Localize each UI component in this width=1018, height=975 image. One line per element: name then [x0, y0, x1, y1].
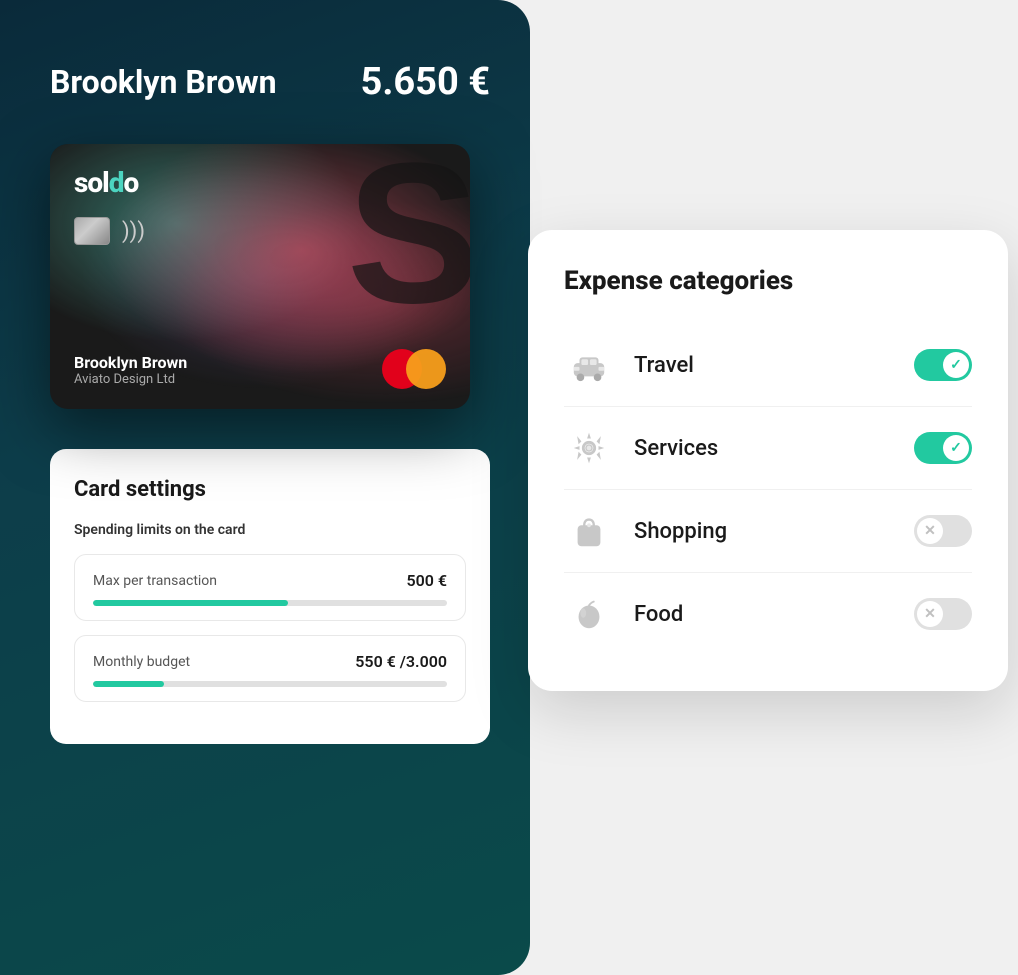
travel-icon [564, 340, 614, 390]
toggle-thumb-food: ✕ [917, 601, 943, 627]
toggle-track-travel: ✓ [914, 349, 972, 381]
category-name-food: Food [634, 602, 914, 627]
progress-bg-monthly [93, 681, 447, 687]
expense-title: Expense categories [564, 266, 972, 296]
card-company: Aviato Design Ltd [74, 372, 187, 387]
limit-label-transaction: Max per transaction [93, 573, 217, 589]
toggle-track-services: ✓ [914, 432, 972, 464]
category-row-travel: Travel ✓ [564, 324, 972, 407]
category-name-travel: Travel [634, 353, 914, 378]
toggle-services[interactable]: ✓ [914, 432, 972, 464]
card-content: soldo ))) Brooklyn Brown Aviato Design L… [50, 144, 470, 409]
mc-orange-circle [406, 349, 446, 389]
limit-label-monthly: Monthly budget [93, 654, 190, 670]
card-settings-section: Card settings Spending limits on the car… [50, 449, 490, 744]
category-row-food: Food ✕ [564, 573, 972, 655]
spending-limits-label: Spending limits on the card [74, 522, 466, 538]
category-row-shopping: Shopping ✕ [564, 490, 972, 573]
toggle-thumb-services: ✓ [943, 435, 969, 461]
toggle-thumb-travel: ✓ [943, 352, 969, 378]
limit-card-monthly: Monthly budget 550 € /3.000 [74, 635, 466, 702]
limit-value-monthly: 550 € /3.000 [355, 652, 447, 671]
contactless-icon: ))) [122, 219, 145, 244]
toggle-travel[interactable]: ✓ [914, 349, 972, 381]
category-row-services: Services ✓ [564, 407, 972, 490]
credit-card: S soldo ))) Brooklyn Brown Aviato Design… [50, 144, 470, 409]
services-icon [564, 423, 614, 473]
toggle-check-travel: ✓ [950, 357, 962, 373]
toggle-track-shopping: ✕ [914, 515, 972, 547]
toggle-x-shopping: ✕ [924, 523, 936, 539]
cardholder-name: Brooklyn Brown [50, 63, 277, 101]
limit-header-transaction: Max per transaction 500 € [93, 571, 447, 590]
toggle-shopping[interactable]: ✕ [914, 515, 972, 547]
limit-value-transaction: 500 € [406, 571, 447, 590]
toggle-track-food: ✕ [914, 598, 972, 630]
balance: 5.650 € [361, 60, 490, 104]
progress-bg-transaction [93, 600, 447, 606]
card-settings-title: Card settings [74, 477, 466, 502]
toggle-x-food: ✕ [924, 606, 936, 622]
card-header: Brooklyn Brown 5.650 € [50, 60, 490, 104]
card-chip-area: ))) [74, 217, 446, 245]
food-icon [564, 589, 614, 639]
limit-card-transaction: Max per transaction 500 € [74, 554, 466, 621]
toggle-food[interactable]: ✕ [914, 598, 972, 630]
progress-fill-monthly [93, 681, 164, 687]
expense-panel: Expense categories Travel [528, 230, 1008, 691]
category-name-shopping: Shopping [634, 519, 914, 544]
toggle-check-services: ✓ [950, 440, 962, 456]
card-logo: soldo [74, 166, 446, 199]
shopping-icon [564, 506, 614, 556]
scene: Brooklyn Brown 5.650 € S soldo ))) Brook… [0, 0, 1018, 975]
card-name: Brooklyn Brown [74, 353, 187, 372]
chip-icon [74, 217, 110, 245]
mastercard-logo [382, 349, 446, 389]
card-name-company: Brooklyn Brown Aviato Design Ltd [74, 353, 187, 387]
category-name-services: Services [634, 436, 914, 461]
limit-header-monthly: Monthly budget 550 € /3.000 [93, 652, 447, 671]
card-panel: Brooklyn Brown 5.650 € S soldo ))) Brook… [0, 0, 530, 975]
toggle-thumb-shopping: ✕ [917, 518, 943, 544]
progress-fill-transaction [93, 600, 288, 606]
